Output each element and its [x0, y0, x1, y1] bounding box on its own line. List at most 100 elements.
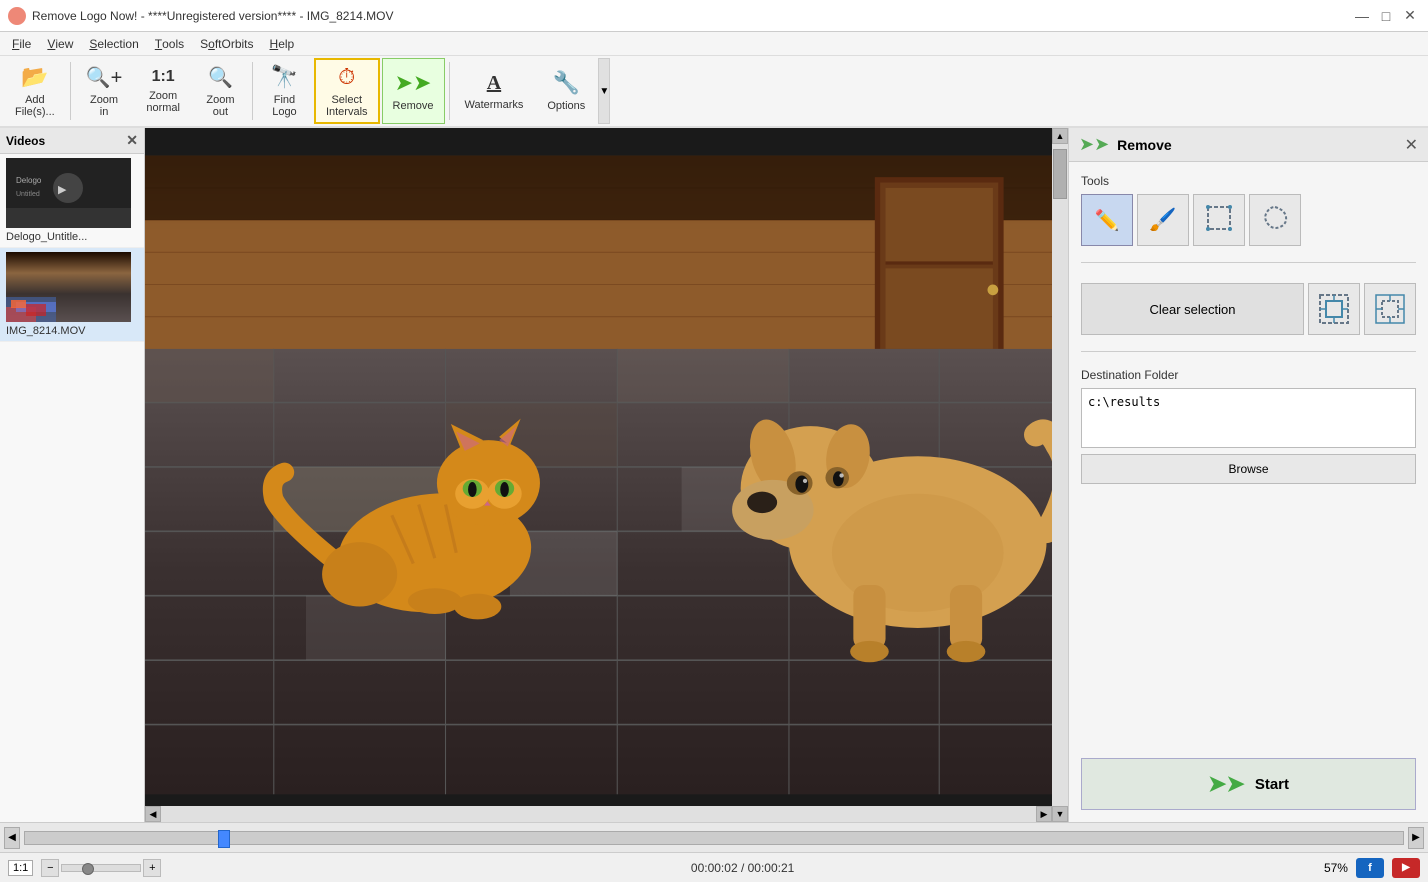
find-logo-label: FindLogo	[272, 94, 296, 118]
start-button[interactable]: ➤➤ Start	[1081, 758, 1416, 810]
title-bar-left: Remove Logo Now! - ****Unregistered vers…	[8, 7, 394, 25]
timeline-track[interactable]	[24, 831, 1404, 845]
toolbox-close-button[interactable]: ✕	[1405, 135, 1418, 155]
video-thumb-2	[6, 252, 131, 322]
rect-select-icon	[1204, 203, 1234, 238]
menu-tools[interactable]: Tools	[147, 33, 192, 55]
timestamp-display: 00:00:02 / 00:00:21	[691, 861, 794, 875]
toolbox-header: ➤➤ Remove ✕	[1069, 128, 1428, 162]
status-bar: 1:1 − + 00:00:02 / 00:00:21 57% f ▶	[0, 852, 1428, 882]
title-bar: Remove Logo Now! - ****Unregistered vers…	[0, 0, 1428, 32]
clear-selection-button[interactable]: Clear selection	[1081, 283, 1304, 335]
toolbar: 📂 AddFile(s)... 🔍+ Zoomin 1:1 Zoomnormal…	[0, 56, 1428, 128]
find-logo-icon: 🔭	[271, 64, 298, 90]
lasso-tool-button[interactable]	[1249, 194, 1301, 246]
scroll-right-button[interactable]: ▶	[1036, 806, 1052, 822]
zoom-in-button[interactable]: 🔍+ Zoomin	[75, 58, 134, 124]
video-item-1[interactable]: Delogo Untitled ▶ Delogo_Untitle...	[0, 154, 144, 248]
menu-softorbits[interactable]: SoftOrbits	[192, 33, 261, 55]
svg-text:Untitled: Untitled	[16, 191, 40, 198]
facebook-button[interactable]: f	[1356, 858, 1384, 878]
zoom-normal-icon: 1:1	[152, 68, 175, 86]
remove-icon: ➤➤	[395, 70, 432, 96]
browse-button[interactable]: Browse	[1081, 454, 1416, 484]
zoom-out-label: Zoomout	[206, 94, 234, 118]
zoom-plus-button[interactable]: +	[143, 859, 161, 877]
video-scrollbar-bottom: ◀ ▶	[145, 806, 1052, 822]
videos-panel: Videos ✕ Delogo Untitled ▶ Delogo_Untitl…	[0, 128, 145, 822]
add-files-button[interactable]: 📂 AddFile(s)...	[4, 58, 66, 124]
menu-help[interactable]: Help	[262, 33, 303, 55]
maximize-button[interactable]: □	[1376, 6, 1396, 26]
expand-selection-button[interactable]	[1308, 283, 1360, 335]
toolbox-divider-1	[1081, 262, 1416, 263]
status-bar-right: 57% f ▶	[1324, 858, 1420, 878]
video-label-2: IMG_8214.MOV	[6, 325, 138, 337]
select-intervals-icon: ⏱	[338, 64, 355, 90]
video-label-1: Delogo_Untitle...	[6, 231, 138, 243]
app-logo	[8, 7, 26, 25]
menu-file[interactable]: File	[4, 33, 39, 55]
remove-button[interactable]: ➤➤ Remove	[382, 58, 445, 124]
options-button[interactable]: 🔧 Options	[536, 58, 596, 124]
video-area[interactable]: ▲ ▼ ◀ ▶	[145, 128, 1068, 822]
video-canvas	[145, 128, 1068, 822]
toolbar-collapse[interactable]: ▼	[598, 58, 610, 124]
svg-text:Delogo: Delogo	[16, 176, 42, 185]
destination-folder-input[interactable]	[1081, 388, 1416, 448]
zoom-in-label: Zoomin	[90, 94, 118, 118]
scroll-up-button[interactable]: ▲	[1052, 128, 1068, 144]
zoom-in-icon: 🔍+	[86, 65, 123, 90]
watermarks-icon: A	[487, 72, 501, 95]
minimize-button[interactable]: —	[1352, 6, 1372, 26]
toolbar-sep3	[449, 62, 450, 120]
scroll-left-button[interactable]: ◀	[145, 806, 161, 822]
toolbar-sep2	[252, 62, 253, 120]
start-label: Start	[1255, 776, 1289, 793]
options-icon: 🔧	[553, 70, 580, 96]
pencil-tool-button[interactable]: ✏️	[1081, 194, 1133, 246]
scroll-thumb[interactable]	[1053, 149, 1067, 199]
main-content: Videos ✕ Delogo Untitled ▶ Delogo_Untitl…	[0, 128, 1428, 822]
watermarks-button[interactable]: A Watermarks	[454, 58, 535, 124]
scroll-down-button[interactable]: ▼	[1052, 806, 1068, 822]
menu-view[interactable]: View	[39, 33, 81, 55]
contract-selection-button[interactable]	[1364, 283, 1416, 335]
timeline-bar: ◀ ▶	[0, 822, 1428, 852]
videos-panel-header: Videos ✕	[0, 128, 144, 154]
timeline-scroll-left[interactable]: ◀	[4, 827, 20, 849]
zoom-ratio-display: 1:1	[8, 860, 33, 876]
zoom-normal-button[interactable]: 1:1 Zoomnormal	[135, 58, 191, 124]
tools-section: Tools ✏️ 🖌️	[1081, 174, 1416, 246]
videos-panel-close[interactable]: ✕	[126, 132, 138, 149]
toolbox-title: Remove	[1117, 137, 1171, 153]
select-intervals-button[interactable]: ⏱ SelectIntervals	[314, 58, 380, 124]
menu-bar: File View Selection Tools SoftOrbits Hel…	[0, 32, 1428, 56]
clear-selection-label: Clear selection	[1150, 302, 1236, 317]
tools-section-label: Tools	[1081, 174, 1416, 188]
timeline-scroll-right[interactable]: ▶	[1408, 827, 1424, 849]
menu-selection[interactable]: Selection	[81, 33, 146, 55]
start-arrow-icon: ➤➤	[1208, 771, 1245, 797]
rect-select-tool-button[interactable]	[1193, 194, 1245, 246]
zoom-slider-thumb[interactable]	[82, 863, 94, 875]
zoom-normal-label: Zoomnormal	[146, 90, 180, 114]
zoom-out-button[interactable]: 🔍 Zoomout	[193, 58, 248, 124]
title-bar-controls: — □ ✕	[1352, 6, 1420, 26]
zoom-minus-button[interactable]: −	[41, 859, 59, 877]
zoom-control: − +	[41, 859, 161, 877]
thumb1-scene: Delogo Untitled ▶	[6, 158, 131, 228]
select-intervals-label: SelectIntervals	[326, 94, 368, 118]
video-item-2[interactable]: IMG_8214.MOV	[0, 248, 144, 342]
destination-folder-label: Destination Folder	[1081, 368, 1416, 382]
youtube-button[interactable]: ▶	[1392, 858, 1420, 878]
add-files-icon: 📂	[21, 64, 48, 90]
brush-icon: 🖌️	[1149, 207, 1176, 233]
zoom-out-icon: 🔍	[208, 65, 233, 90]
timeline-thumb[interactable]	[218, 830, 230, 848]
brush-tool-button[interactable]: 🖌️	[1137, 194, 1189, 246]
close-button[interactable]: ✕	[1400, 6, 1420, 26]
video-thumb-1: Delogo Untitled ▶	[6, 158, 131, 228]
zoom-slider[interactable]	[61, 864, 141, 872]
find-logo-button[interactable]: 🔭 FindLogo	[257, 58, 312, 124]
